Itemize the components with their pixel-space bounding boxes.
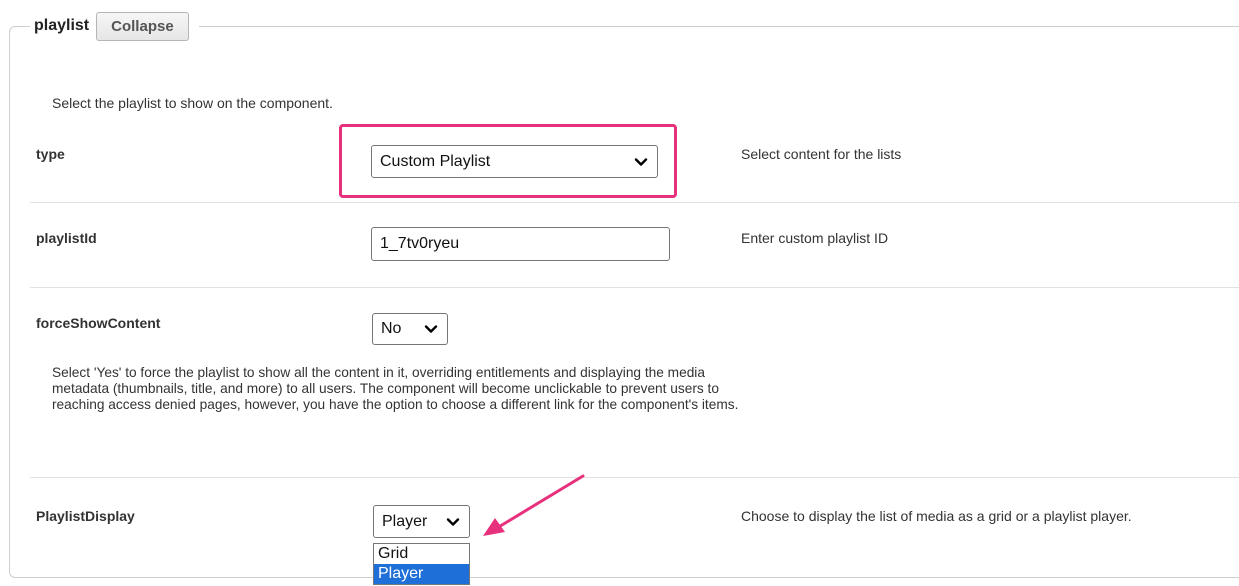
row-divider: [30, 287, 1239, 288]
type-description: Select content for the lists: [741, 146, 902, 162]
playlistid-input[interactable]: [371, 227, 670, 261]
chevron-down-icon: [446, 517, 460, 526]
intro-text: Select the playlist to show on the compo…: [52, 95, 333, 111]
forceshowcontent-select-value: No: [381, 320, 402, 337]
option-player[interactable]: Player: [374, 564, 469, 584]
collapse-button[interactable]: Collapse: [96, 11, 189, 41]
playlistid-description: Enter custom playlist ID: [741, 230, 889, 246]
type-label: type: [36, 146, 65, 162]
playlistdisplay-select-value: Player: [382, 512, 428, 530]
row-divider: [30, 202, 1239, 203]
playlistdisplay-select[interactable]: Player: [373, 505, 470, 538]
annotation-arrow-icon: [483, 474, 585, 536]
fieldset-legend: playlist Collapse: [30, 10, 199, 42]
playlistdisplay-description: Choose to display the list of media as a…: [741, 508, 1132, 524]
playlistid-label: playlistId: [36, 230, 97, 246]
playlistdisplay-label: PlaylistDisplay: [36, 508, 135, 524]
type-select[interactable]: Custom Playlist: [371, 145, 658, 178]
forceshowcontent-help: Select 'Yes' to force the playlist to sh…: [52, 365, 739, 412]
forceshowcontent-select[interactable]: No: [372, 313, 448, 345]
type-select-value: Custom Playlist: [380, 152, 491, 170]
row-divider: [30, 477, 1239, 478]
option-grid[interactable]: Grid: [374, 544, 469, 564]
forceshowcontent-label: forceShowContent: [36, 315, 161, 331]
chevron-down-icon: [634, 157, 648, 166]
chevron-down-icon: [424, 325, 438, 333]
playlistdisplay-dropdown: Grid Player: [373, 543, 470, 585]
legend-title: playlist: [34, 17, 90, 34]
